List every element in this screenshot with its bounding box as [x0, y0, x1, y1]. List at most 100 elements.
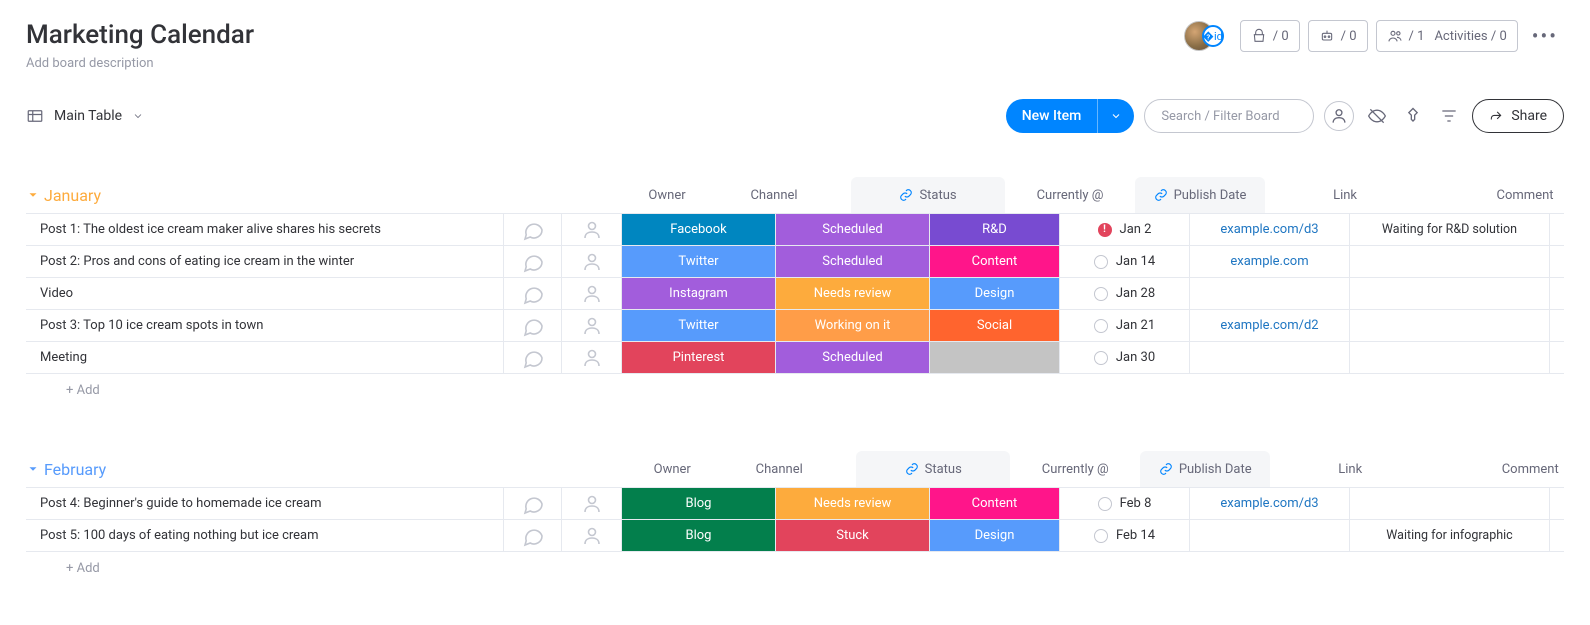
- column-publish-date[interactable]: Publish Date: [1135, 177, 1265, 213]
- channel-cell[interactable]: Pinterest: [622, 342, 776, 373]
- filter-button[interactable]: [1436, 103, 1462, 129]
- status-cell[interactable]: Needs review: [776, 278, 930, 309]
- link-cell[interactable]: example.com/d3: [1190, 214, 1350, 245]
- group-collapse-toggle[interactable]: [26, 188, 40, 202]
- conversation-button[interactable]: [504, 342, 562, 373]
- comment-cell[interactable]: [1350, 246, 1550, 277]
- column-channel[interactable]: Channel: [702, 451, 856, 487]
- publish-date-cell[interactable]: Jan 30: [1060, 342, 1190, 373]
- comment-cell[interactable]: [1350, 310, 1550, 341]
- status-cell[interactable]: Stuck: [776, 520, 930, 551]
- publish-date-cell[interactable]: Feb 8: [1060, 488, 1190, 519]
- column-currently[interactable]: Currently @: [1005, 177, 1135, 213]
- automations-button[interactable]: / 0: [1308, 20, 1368, 52]
- new-item-button[interactable]: New Item: [1006, 99, 1135, 133]
- group-name[interactable]: January: [40, 186, 101, 205]
- table-row[interactable]: Post 5: 100 days of eating nothing but i…: [26, 519, 1564, 551]
- currently-cell[interactable]: Design: [930, 520, 1060, 551]
- search-input[interactable]: Search / Filter Board: [1144, 99, 1314, 133]
- conversation-button[interactable]: [504, 214, 562, 245]
- conversation-button[interactable]: [504, 520, 562, 551]
- publish-date-cell[interactable]: Jan 21: [1060, 310, 1190, 341]
- channel-cell[interactable]: Blog: [622, 488, 776, 519]
- owner-cell[interactable]: [562, 246, 622, 277]
- board-options-button[interactable]: •••: [1526, 24, 1564, 48]
- conversation-button[interactable]: [504, 246, 562, 277]
- item-name-cell[interactable]: Post 1: The oldest ice cream maker alive…: [26, 214, 504, 245]
- pin-button[interactable]: [1400, 103, 1426, 129]
- link-cell[interactable]: [1190, 520, 1350, 551]
- item-name-cell[interactable]: Post 2: Pros and cons of eating ice crea…: [26, 246, 504, 277]
- table-row[interactable]: Post 4: Beginner's guide to homemade ice…: [26, 487, 1564, 519]
- comment-cell[interactable]: Waiting for R&D solution: [1350, 214, 1550, 245]
- column-link[interactable]: Link: [1270, 451, 1430, 487]
- status-cell[interactable]: Scheduled: [776, 214, 930, 245]
- channel-cell[interactable]: Facebook: [622, 214, 776, 245]
- publish-date-cell[interactable]: Feb 14: [1060, 520, 1190, 551]
- comment-cell[interactable]: [1350, 488, 1550, 519]
- conversation-button[interactable]: [504, 310, 562, 341]
- group-collapse-toggle[interactable]: [26, 462, 40, 476]
- currently-cell[interactable]: R&D: [930, 214, 1060, 245]
- owner-cell[interactable]: [562, 278, 622, 309]
- view-selector[interactable]: Main Table: [26, 107, 144, 125]
- board-owner-avatar[interactable]: �id: [1184, 21, 1214, 51]
- item-name-cell[interactable]: Meeting: [26, 342, 504, 373]
- board-title[interactable]: Marketing Calendar: [26, 20, 254, 50]
- link-cell[interactable]: example.com: [1190, 246, 1350, 277]
- comment-cell[interactable]: [1350, 278, 1550, 309]
- new-item-dropdown[interactable]: [1097, 99, 1134, 133]
- table-row[interactable]: Meeting Pinterest Scheduled Jan 30: [26, 341, 1564, 373]
- table-row[interactable]: Post 3: Top 10 ice cream spots in town T…: [26, 309, 1564, 341]
- item-name-cell[interactable]: Video: [26, 278, 504, 309]
- currently-cell[interactable]: Content: [930, 246, 1060, 277]
- add-item-row[interactable]: + Add: [26, 373, 1564, 407]
- status-cell[interactable]: Scheduled: [776, 342, 930, 373]
- owner-cell[interactable]: [562, 310, 622, 341]
- table-row[interactable]: Post 1: The oldest ice cream maker alive…: [26, 213, 1564, 245]
- board-description[interactable]: Add board description: [26, 56, 254, 71]
- item-name-cell[interactable]: Post 5: 100 days of eating nothing but i…: [26, 520, 504, 551]
- comment-cell[interactable]: Waiting for infographic: [1350, 520, 1550, 551]
- currently-cell[interactable]: Social: [930, 310, 1060, 341]
- add-item-row[interactable]: + Add: [26, 551, 1564, 585]
- publish-date-cell[interactable]: !Jan 2: [1060, 214, 1190, 245]
- publish-date-cell[interactable]: Jan 28: [1060, 278, 1190, 309]
- integrations-button[interactable]: / 0: [1240, 20, 1300, 52]
- person-filter-button[interactable]: [1324, 101, 1354, 131]
- column-comment[interactable]: Comment: [1425, 177, 1590, 213]
- owner-cell[interactable]: [562, 488, 622, 519]
- status-cell[interactable]: Working on it: [776, 310, 930, 341]
- publish-date-cell[interactable]: Jan 14: [1060, 246, 1190, 277]
- table-row[interactable]: Post 2: Pros and cons of eating ice crea…: [26, 245, 1564, 277]
- status-cell[interactable]: Needs review: [776, 488, 930, 519]
- share-button[interactable]: Share: [1472, 99, 1564, 133]
- owner-cell[interactable]: [562, 214, 622, 245]
- members-activity-button[interactable]: / 1 Activities / 0: [1376, 20, 1518, 52]
- currently-cell[interactable]: Content: [930, 488, 1060, 519]
- channel-cell[interactable]: Blog: [622, 520, 776, 551]
- channel-cell[interactable]: Twitter: [622, 310, 776, 341]
- column-status[interactable]: Status: [851, 177, 1005, 213]
- column-link[interactable]: Link: [1265, 177, 1425, 213]
- item-name-cell[interactable]: Post 4: Beginner's guide to homemade ice…: [26, 488, 504, 519]
- comment-cell[interactable]: [1350, 342, 1550, 373]
- column-owner[interactable]: Owner: [637, 177, 697, 213]
- column-comment[interactable]: Comment: [1430, 451, 1590, 487]
- link-cell[interactable]: [1190, 278, 1350, 309]
- channel-cell[interactable]: Instagram: [622, 278, 776, 309]
- item-name-cell[interactable]: Post 3: Top 10 ice cream spots in town: [26, 310, 504, 341]
- column-status[interactable]: Status: [856, 451, 1010, 487]
- table-row[interactable]: Video Instagram Needs review Design Jan …: [26, 277, 1564, 309]
- currently-cell[interactable]: Design: [930, 278, 1060, 309]
- column-currently[interactable]: Currently @: [1010, 451, 1140, 487]
- owner-cell[interactable]: [562, 342, 622, 373]
- hide-columns-button[interactable]: [1364, 103, 1390, 129]
- link-cell[interactable]: example.com/d2: [1190, 310, 1350, 341]
- column-publish-date[interactable]: Publish Date: [1140, 451, 1270, 487]
- conversation-button[interactable]: [504, 278, 562, 309]
- currently-cell[interactable]: [930, 342, 1060, 373]
- column-owner[interactable]: Owner: [642, 451, 702, 487]
- column-channel[interactable]: Channel: [697, 177, 851, 213]
- conversation-button[interactable]: [504, 488, 562, 519]
